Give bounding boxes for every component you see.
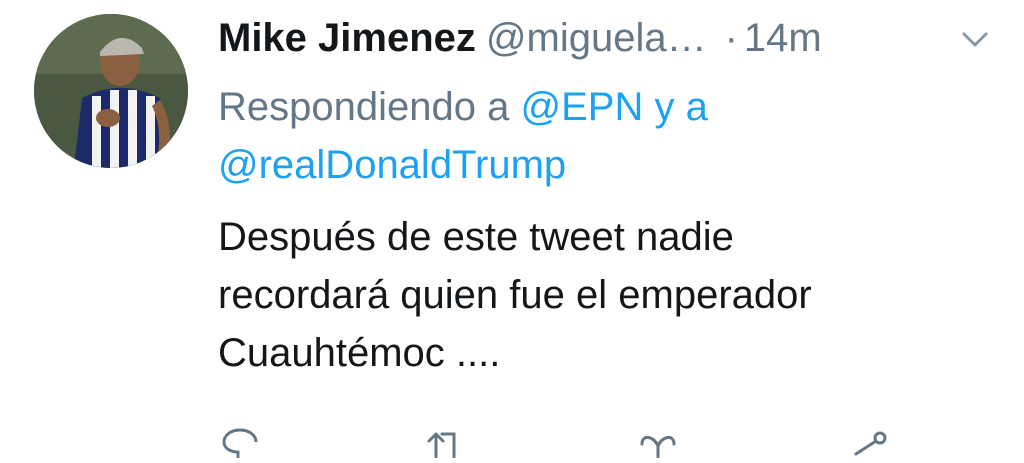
retweet-icon[interactable]	[424, 418, 468, 460]
author-name[interactable]: Mike Jimenez	[218, 16, 476, 60]
heart-icon[interactable]	[636, 418, 680, 460]
mention-realdonaldtrump[interactable]: @realDonaldTrump	[218, 143, 566, 187]
reply-and[interactable]: y a	[654, 85, 707, 129]
separator-dot: ·	[724, 16, 738, 60]
replying-to-line-2: @realDonaldTrump	[218, 136, 998, 194]
tweet-text: Después de este tweet nadie recordará qu…	[218, 208, 998, 382]
replying-to-prefix: Respondiendo a	[218, 85, 510, 129]
tweet-text-line: recordará quien fue el emperador	[218, 273, 812, 317]
share-icon[interactable]	[846, 418, 890, 458]
tweet-header: Mike Jimenez @miguela… · 14m	[218, 10, 1008, 66]
chevron-down-icon[interactable]	[960, 24, 990, 54]
author-handle[interactable]: @miguela…	[486, 16, 707, 60]
replying-to: Respondiendo a @EPN y a @realDonaldTrump	[218, 78, 998, 194]
tweet-text-line: Cuauhtémoc ....	[218, 331, 501, 375]
tweet: Mike Jimenez @miguela… · 14m Respondiendo a…	[0, 0, 1024, 460]
replying-to-line-1: Respondiendo a @EPN y a	[218, 78, 998, 136]
reply-icon[interactable]	[218, 418, 262, 458]
tweet-text-line: Después de este tweet nadie	[218, 215, 734, 259]
tweet-timestamp[interactable]: 14m	[744, 16, 822, 60]
avatar[interactable]	[34, 14, 188, 168]
tweet-actions	[0, 418, 1024, 460]
mention-epn[interactable]: @EPN	[520, 85, 643, 129]
